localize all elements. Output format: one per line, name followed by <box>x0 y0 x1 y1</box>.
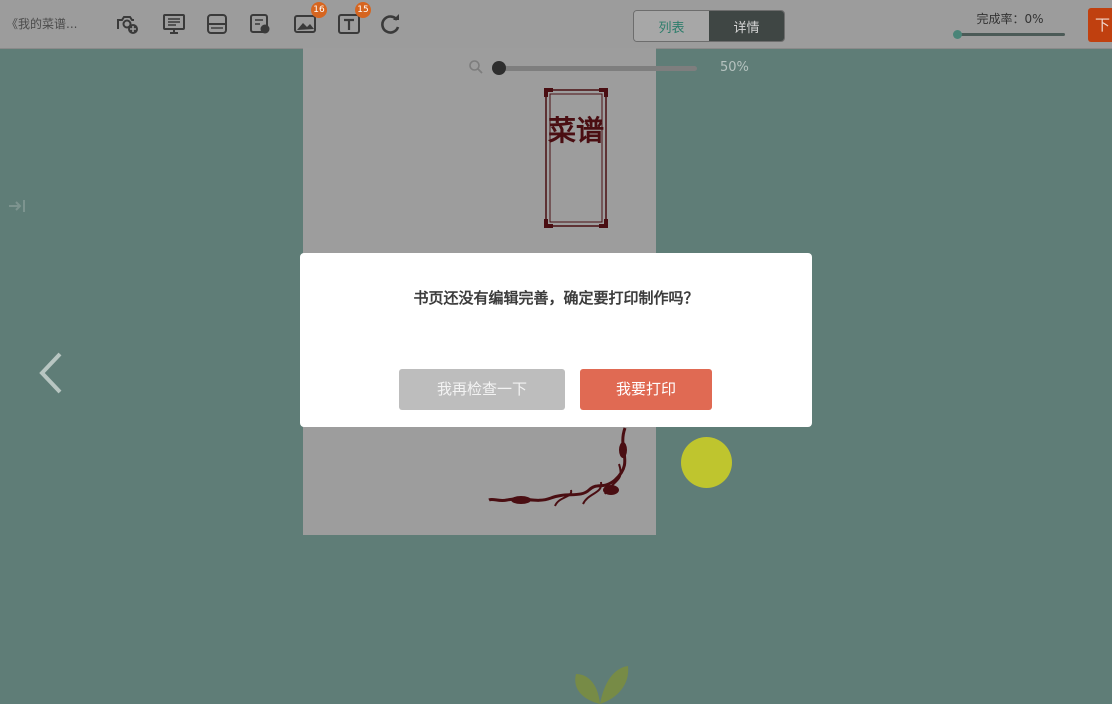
view-toggle: 列表 详情 <box>633 10 785 42</box>
leaf-logo-icon <box>575 666 629 704</box>
image-count-badge: 16 <box>311 2 327 18</box>
tab-list[interactable]: 列表 <box>634 11 709 41</box>
tab-detail[interactable]: 详情 <box>709 11 784 41</box>
zoom-value: 50% <box>720 60 749 75</box>
layout-button[interactable] <box>203 10 231 38</box>
completion-progress: 完成率：0% <box>953 10 1065 39</box>
completion-bar <box>953 30 1065 39</box>
completion-label: 完成率：0% <box>976 12 1044 26</box>
zoom-control: 50% <box>468 58 758 78</box>
check-again-button[interactable]: 我再检查一下 <box>399 369 565 410</box>
zoom-slider[interactable] <box>492 66 697 71</box>
corner-flourish-ornament <box>488 427 627 507</box>
dialog-message: 书页还没有编辑完善，确定要打印制作吗？ <box>413 289 699 307</box>
edit-page-button[interactable] <box>246 10 274 38</box>
document-title[interactable]: 《我的菜谱... <box>6 15 77 32</box>
redo-icon <box>381 14 400 34</box>
confirm-print-button[interactable]: 我要打印 <box>580 369 712 410</box>
add-photo-icon <box>117 16 138 34</box>
print-confirm-dialog: 书页还没有编辑完善，确定要打印制作吗？ 我再检查一下 我要打印 <box>300 253 812 427</box>
page-title-text: 菜谱 <box>547 114 604 147</box>
redo-button[interactable] <box>377 10 405 38</box>
edit-page-icon <box>250 14 270 34</box>
monitor-icon <box>163 14 185 34</box>
page-title-plate[interactable]: 菜谱 <box>543 87 609 229</box>
image-list-button[interactable]: 16 <box>291 2 327 38</box>
add-photo-button[interactable] <box>113 10 141 38</box>
layout-icon <box>207 14 227 34</box>
zoom-search-icon <box>469 60 483 74</box>
text-count-badge: 15 <box>355 2 371 18</box>
expand-sidebar-icon[interactable] <box>8 198 28 214</box>
completion-indicator <box>953 30 962 39</box>
preview-button[interactable] <box>160 10 188 38</box>
download-button[interactable]: 下 <box>1088 8 1112 42</box>
top-toolbar: 《我的菜谱... 16 15 列表 详情 完成率：0% 下 <box>0 0 1112 49</box>
cursor-highlight <box>681 437 732 488</box>
zoom-slider-handle[interactable] <box>492 61 506 75</box>
previous-page-arrow-icon[interactable] <box>36 350 66 396</box>
text-list-button[interactable]: 15 <box>335 2 371 38</box>
